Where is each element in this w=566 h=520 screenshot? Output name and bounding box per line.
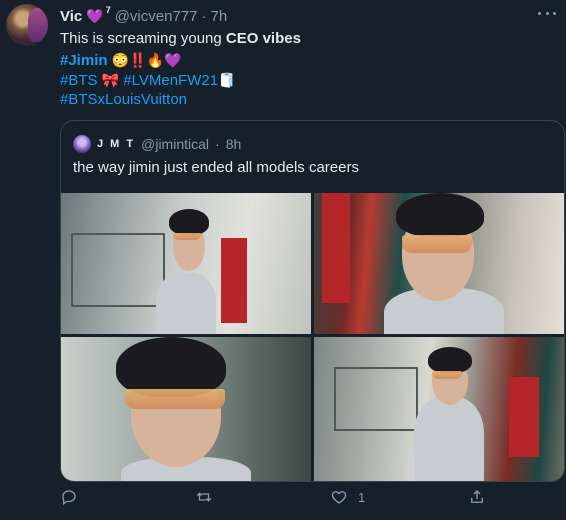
hashtag-btsxlouisvuitton[interactable]: #BTSxLouisVuitton <box>60 91 187 108</box>
quoted-avatar <box>73 135 91 153</box>
name-superscript: 7 <box>105 5 111 15</box>
photo-2[interactable] <box>314 193 564 334</box>
more-icon[interactable] <box>538 10 556 16</box>
like-button[interactable]: 1 <box>330 488 365 506</box>
photo-grid <box>61 193 564 481</box>
author-handle[interactable]: @vicven777 <box>115 8 198 25</box>
quoted-tweet[interactable]: J M T @jimintical · 8h the way jimin jus… <box>60 120 565 482</box>
tweet-line-2-emoji: 😳‼️🔥💜 <box>111 52 182 68</box>
tweet-line-1-text: This is screaming young <box>60 30 226 47</box>
quoted-header: J M T @jimintical · 8h <box>73 135 241 153</box>
tweet-line-1: This is screaming young CEO vibes <box>60 29 301 49</box>
quoted-separator: · <box>215 136 220 152</box>
reply-button[interactable] <box>60 488 88 506</box>
tweet-line-2: #Jimin 😳‼️🔥💜 <box>60 50 181 71</box>
photo-1[interactable] <box>61 193 311 334</box>
tweet-line-1-bold: CEO vibes <box>225 30 301 47</box>
roll-emoji: 🧻 <box>218 72 236 88</box>
retweet-button[interactable] <box>195 488 223 506</box>
tweet-time[interactable]: 7h <box>210 8 227 25</box>
tweet-actions: 1 <box>0 484 566 514</box>
ribbon-emoji: 🎀 <box>101 72 120 88</box>
quoted-time: 8h <box>225 136 242 152</box>
retweet-icon <box>196 492 212 502</box>
author-avatar[interactable] <box>6 4 48 46</box>
author-name[interactable]: Vic <box>60 8 82 25</box>
quoted-author-name: J M T <box>97 138 136 150</box>
tweet-header: Vic 💜 7 @vicven777 · 7h <box>60 5 227 26</box>
name-heart-emoji: 💜 <box>86 7 104 24</box>
hashtag-jimin[interactable]: #Jimin <box>60 52 108 69</box>
tweet-line-4: #BTSxLouisVuitton <box>60 90 187 110</box>
photo-3[interactable] <box>61 337 311 481</box>
hashtag-bts[interactable]: #BTS <box>60 72 98 89</box>
header-separator: · <box>201 7 207 25</box>
quoted-text: the way jimin just ended all models care… <box>73 159 359 176</box>
share-icon <box>471 490 483 503</box>
hashtag-lvmenfw21[interactable]: #LVMenFW21 <box>123 72 218 89</box>
tweet-line-3: #BTS 🎀 #LVMenFW21🧻 <box>60 70 236 91</box>
quoted-handle: @jimintical <box>141 136 210 152</box>
reply-icon <box>62 490 76 506</box>
heart-icon <box>331 491 347 504</box>
photo-4[interactable] <box>314 337 564 481</box>
share-button[interactable] <box>468 488 496 506</box>
like-count: 1 <box>358 489 366 505</box>
